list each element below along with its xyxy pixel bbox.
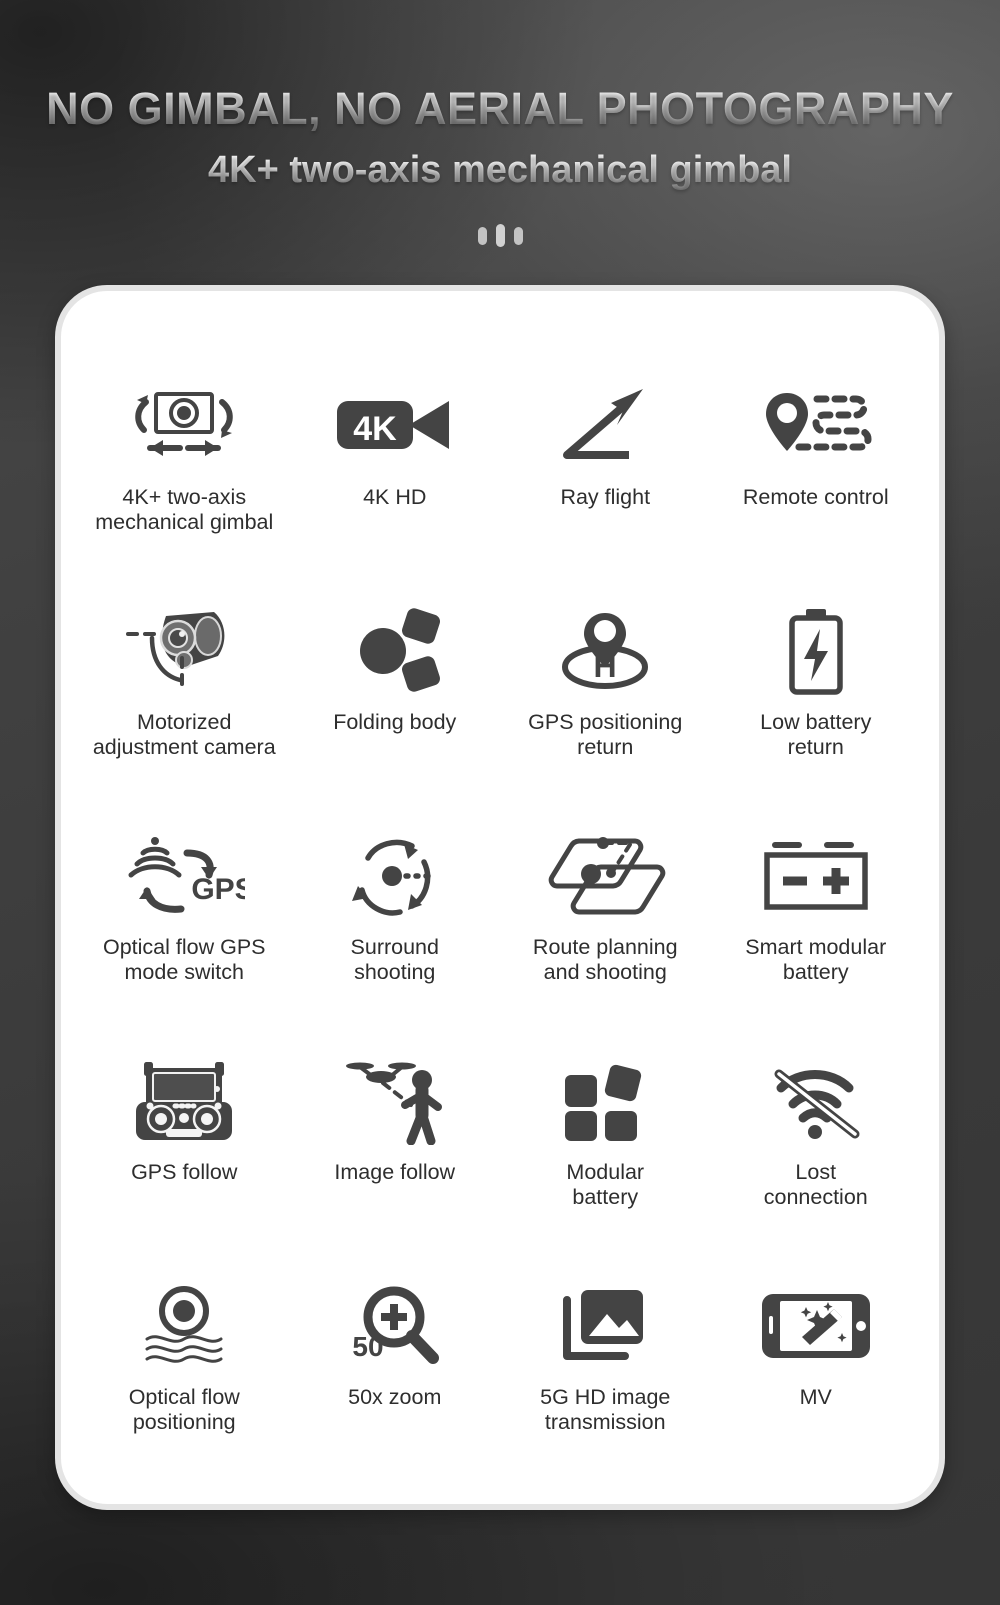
- feature-item: 50 50x zoom: [290, 1269, 501, 1494]
- feature-item: H GPS positioning return: [500, 594, 711, 819]
- feature-label: Surround shooting: [350, 935, 439, 984]
- feature-label: Modular battery: [566, 1160, 645, 1209]
- feature-label: Motorized adjustment camera: [92, 710, 276, 759]
- feature-item: Remote control: [711, 369, 922, 594]
- feature-item: 4K+ two-axis mechanical gimbal: [79, 369, 290, 594]
- feature-item: 4K 4K HD: [290, 369, 501, 594]
- decorative-dots: [0, 223, 1000, 249]
- feature-item: Smart modular battery: [711, 819, 922, 1044]
- feature-label: Remote control: [742, 485, 889, 509]
- feature-item: Route planning and shooting: [500, 819, 711, 1044]
- feature-item: Folding body: [290, 594, 501, 819]
- dot-2: [495, 224, 505, 248]
- feature-label: MV: [799, 1385, 832, 1409]
- feature-label: Ray flight: [560, 485, 651, 509]
- motorized-camera-adjust-icon: [122, 608, 246, 694]
- feature-item: Optical flow positioning: [79, 1269, 290, 1494]
- svg-text:GPS: GPS: [192, 873, 246, 906]
- feature-item: GPS Optical flow GPS mode switch: [79, 819, 290, 1044]
- ray-flight-arrow-icon: [559, 383, 651, 469]
- route-planning-waypoint-icon: [543, 833, 667, 919]
- feature-label: GPS follow: [131, 1160, 238, 1184]
- feature-item: 5G HD image transmission: [500, 1269, 711, 1494]
- feature-item: Surround shooting: [290, 819, 501, 1044]
- feature-item: Image follow: [290, 1044, 501, 1269]
- optical-flow-sensor-icon: [137, 1283, 231, 1369]
- feature-card: 4K+ two-axis mechanical gimbal 4K 4K HD …: [55, 285, 945, 1510]
- feature-item: MV: [711, 1269, 922, 1494]
- feature-label: Folding body: [333, 710, 457, 734]
- feature-item: Motorized adjustment camera: [79, 594, 290, 819]
- feature-item: Ray flight: [500, 369, 711, 594]
- modular-battery-blocks-icon: [563, 1058, 647, 1144]
- feature-label: 5G HD image transmission: [540, 1385, 671, 1434]
- dot-3: [513, 226, 523, 245]
- remote-controller-icon: [126, 1058, 242, 1144]
- svg-text:H: H: [594, 648, 617, 684]
- feature-label: 50x zoom: [348, 1385, 442, 1409]
- optical-flow-gps-switch-icon: GPS: [123, 833, 245, 919]
- magnifier-zoom-50-icon: 50: [349, 1283, 441, 1369]
- page-title: NO GIMBAL, NO AERIAL PHOTOGRAPHY: [0, 85, 1000, 133]
- feature-label: Low battery return: [760, 710, 872, 759]
- dot-1: [477, 226, 487, 245]
- feature-label: Smart modular battery: [745, 935, 887, 984]
- feature-label: Route planning and shooting: [532, 935, 678, 984]
- wifi-lost-connection-icon: [769, 1058, 863, 1144]
- feature-label: Optical flow positioning: [128, 1385, 240, 1434]
- gimbal-camera-rotation-icon: [120, 383, 248, 469]
- 4k-video-camera-icon: 4K: [335, 383, 455, 469]
- gps-helipad-return-icon: H: [555, 608, 655, 694]
- photo-stack-icon: [559, 1283, 651, 1369]
- page-subtitle: 4K+ two-axis mechanical gimbal: [0, 150, 1000, 191]
- phone-magic-wand-icon: [758, 1283, 874, 1369]
- svg-text:50: 50: [352, 1331, 383, 1362]
- feature-item: Modular battery: [500, 1044, 711, 1269]
- feature-item: Low battery return: [711, 594, 922, 819]
- remote-control-route-pin-icon: [756, 383, 876, 469]
- feature-label: 4K+ two-axis mechanical gimbal: [95, 485, 274, 534]
- surround-shooting-orbit-icon: [348, 833, 442, 919]
- drone-follow-person-icon: [341, 1058, 449, 1145]
- feature-grid: 4K+ two-axis mechanical gimbal 4K 4K HD …: [79, 369, 921, 1494]
- smart-modular-battery-icon: [761, 833, 871, 919]
- product-feature-infographic: NO GIMBAL, NO AERIAL PHOTOGRAPHY 4K+ two…: [0, 0, 1000, 1605]
- svg-text:4K: 4K: [353, 410, 397, 448]
- feature-label: Optical flow GPS mode switch: [103, 935, 266, 984]
- feature-item: Lost connection: [711, 1044, 922, 1269]
- feature-label: Image follow: [334, 1160, 456, 1184]
- feature-label: GPS positioning return: [528, 710, 683, 759]
- folding-body-icon: [348, 608, 442, 694]
- low-battery-bolt-icon: [784, 608, 848, 695]
- header: NO GIMBAL, NO AERIAL PHOTOGRAPHY 4K+ two…: [0, 0, 1000, 249]
- feature-label: Lost connection: [763, 1160, 868, 1209]
- feature-item: GPS follow: [79, 1044, 290, 1269]
- feature-label: 4K HD: [363, 485, 427, 509]
